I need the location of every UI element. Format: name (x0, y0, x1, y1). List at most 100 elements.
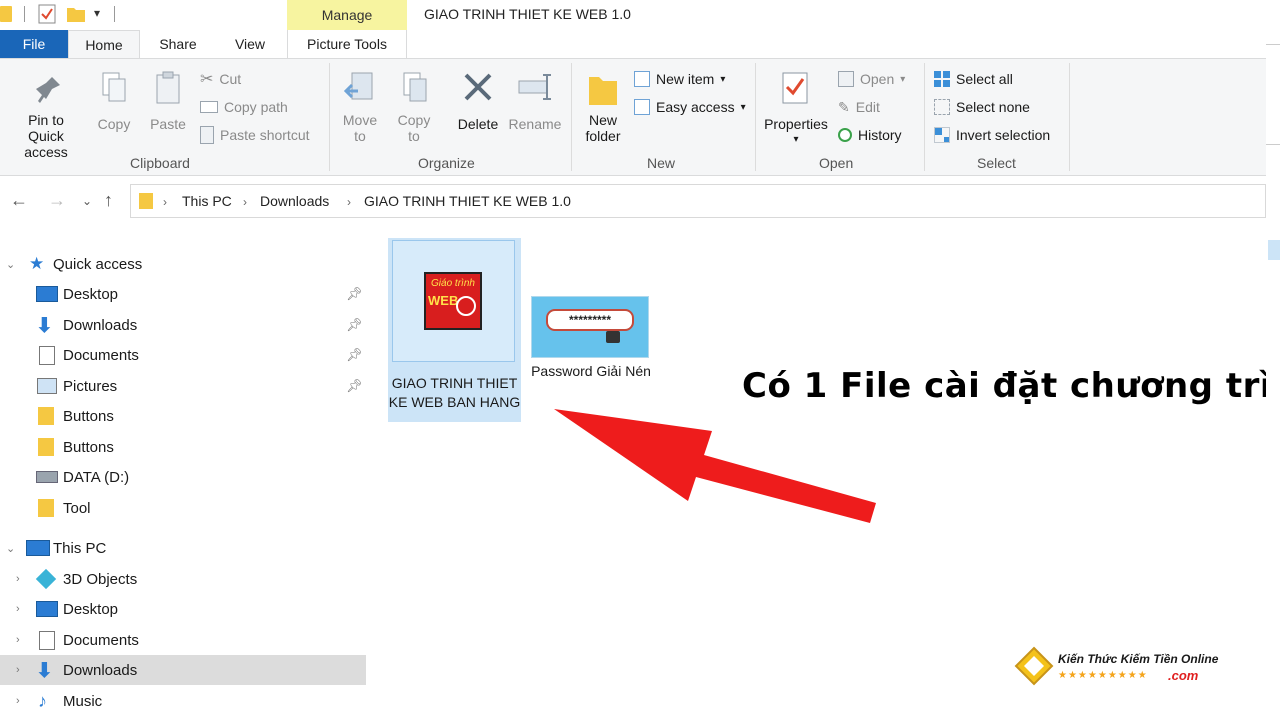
group-separator (924, 63, 925, 171)
file-name: Password Giải Nén (531, 363, 651, 379)
nav-item-pictures[interactable]: Pictures 📌︎ (0, 371, 366, 401)
breadcrumb-current-folder[interactable]: GIAO TRINH THIET KE WEB 1.0 (364, 193, 571, 209)
computer-icon (26, 540, 50, 556)
download-arrow-icon: ⬇ (36, 659, 53, 682)
nav-this-pc[interactable]: ⌄ This PC (0, 533, 366, 563)
lock-icon (606, 331, 620, 343)
file-item-selected[interactable]: Giáo trình WEB GIAO TRINH THIET KE WEB B… (388, 238, 521, 422)
logo-text: Kiến Thức Kiếm Tiền Online (1058, 652, 1219, 666)
properties-button[interactable]: Properties ▾ (760, 69, 832, 148)
properties-label: Properties (764, 116, 828, 132)
paste-shortcut-button[interactable]: Paste shortcut (200, 125, 310, 145)
breadcrumb-downloads[interactable]: Downloads (260, 193, 329, 209)
customize-dropdown-icon[interactable]: ▾ (94, 6, 100, 20)
move-to-icon (343, 72, 373, 100)
group-label-open: Open (819, 155, 854, 171)
tab-share[interactable]: Share (150, 30, 206, 58)
group-separator (571, 63, 572, 171)
easy-access-button[interactable]: Easy access ▾ (634, 97, 746, 117)
nav-item-buttons[interactable]: Buttons (0, 432, 366, 462)
nav-item-tool[interactable]: Tool (0, 493, 366, 523)
red-arrow-annotation (554, 409, 876, 523)
group-label-organize: Organize (418, 155, 475, 171)
delete-x-icon (464, 73, 492, 101)
tab-home[interactable]: Home (68, 30, 140, 58)
forward-arrow-icon[interactable]: → (48, 190, 66, 211)
chevron-right-icon: › (16, 634, 20, 646)
select-all-button[interactable]: Select all (934, 69, 1013, 89)
properties-check-icon[interactable] (38, 4, 56, 29)
chevron-down-icon: ▾ (740, 101, 746, 113)
copy-path-button[interactable]: Copy path (200, 97, 288, 117)
paste-shortcut-label: Paste shortcut (220, 127, 310, 143)
nav-item-data-drive[interactable]: DATA (D:) (0, 462, 366, 492)
folder-icon (589, 77, 617, 105)
folder-icon (38, 499, 54, 517)
ribbon: Pin to Quick access Copy Paste ✂ Cut Cop… (0, 58, 1266, 176)
tab-file[interactable]: File (0, 30, 68, 58)
breadcrumb-separator-icon: › (163, 195, 167, 209)
new-folder-icon[interactable] (66, 4, 86, 29)
nav-label: Quick access (53, 255, 143, 273)
desktop-icon (36, 286, 58, 302)
select-none-label: Select none (956, 99, 1030, 115)
recent-locations-chevron-icon[interactable]: ⌄ (82, 194, 92, 208)
nav-item-3d-objects[interactable]: › 3D Objects (0, 564, 366, 594)
nav-item-documents[interactable]: Documents 📌︎ (0, 340, 366, 370)
group-label-new: New (647, 155, 676, 171)
move-to-button[interactable]: Move to (338, 69, 382, 144)
cut-button[interactable]: ✂ Cut (200, 69, 241, 89)
desktop-icon (36, 601, 58, 617)
copy-to-button[interactable]: Copy to (392, 69, 436, 144)
folder-icon (0, 6, 12, 22)
pin-icon[interactable]: 📌︎ (346, 378, 363, 394)
paste-shortcut-icon (200, 126, 214, 144)
copy-label: Copy (97, 116, 131, 132)
paste-button[interactable]: Paste (146, 69, 190, 132)
nav-quick-access[interactable]: ⌄ ★ Quick access (0, 249, 366, 279)
nav-label: Buttons (63, 407, 114, 425)
download-arrow-icon: ⬇ (36, 314, 53, 337)
select-none-button[interactable]: Select none (934, 97, 1030, 117)
nav-item-desktop[interactable]: › Desktop (0, 594, 366, 624)
pin-icon[interactable]: 📌︎ (346, 286, 363, 302)
history-button[interactable]: History (838, 125, 902, 145)
copy-button[interactable]: Copy (92, 69, 136, 132)
rename-button[interactable]: Rename (506, 69, 564, 132)
pin-icon[interactable]: 📌︎ (346, 347, 363, 363)
nav-label: Desktop (63, 600, 119, 618)
delete-button[interactable]: Delete (452, 69, 504, 132)
new-folder-button[interactable]: New folder (578, 69, 628, 144)
new-folder-label: New folder (585, 112, 621, 144)
tab-manage[interactable]: Manage (287, 0, 407, 30)
address-bar[interactable]: › This PC › Downloads › GIAO TRINH THIET… (130, 184, 1266, 218)
back-arrow-icon[interactable]: ← (10, 190, 28, 211)
badge-pro-icon (456, 296, 476, 316)
nav-label: Documents (63, 631, 139, 649)
nav-item-buttons[interactable]: Buttons (0, 401, 366, 431)
file-name: GIAO TRINH THIET KE WEB BAN HANG (388, 375, 521, 410)
invert-selection-button[interactable]: Invert selection (934, 125, 1050, 145)
nav-item-documents[interactable]: › Documents (0, 625, 366, 655)
open-button[interactable]: Open ▾ (838, 69, 905, 89)
nav-item-desktop[interactable]: Desktop 📌︎ (0, 279, 366, 309)
tab-picture-tools[interactable]: Picture Tools (287, 30, 407, 58)
pin-quick-access-button[interactable]: Pin to Quick access (2, 73, 90, 160)
new-item-button[interactable]: New item ▾ (634, 69, 725, 89)
breadcrumb-this-pc[interactable]: This PC (182, 193, 232, 209)
chevron-right-icon: › (16, 573, 20, 585)
picture-icon (37, 378, 57, 394)
pin-icon[interactable]: 📌︎ (346, 317, 363, 333)
tab-view[interactable]: View (222, 30, 278, 58)
document-icon (39, 630, 55, 650)
up-arrow-icon[interactable]: ↑ (104, 190, 113, 211)
nav-item-downloads-selected[interactable]: › ⬇ Downloads (0, 655, 366, 685)
edit-button[interactable]: ✎ Edit (838, 97, 880, 117)
copy-path-icon (200, 101, 218, 113)
nav-item-music[interactable]: › ♪ Music (0, 686, 366, 716)
file-item[interactable]: ********* Password Giải Nén (526, 296, 656, 406)
cut-label: Cut (219, 71, 242, 87)
nav-item-downloads[interactable]: ⬇ Downloads 📌︎ (0, 310, 366, 340)
copy-path-label: Copy path (224, 99, 288, 115)
divider (24, 6, 25, 22)
